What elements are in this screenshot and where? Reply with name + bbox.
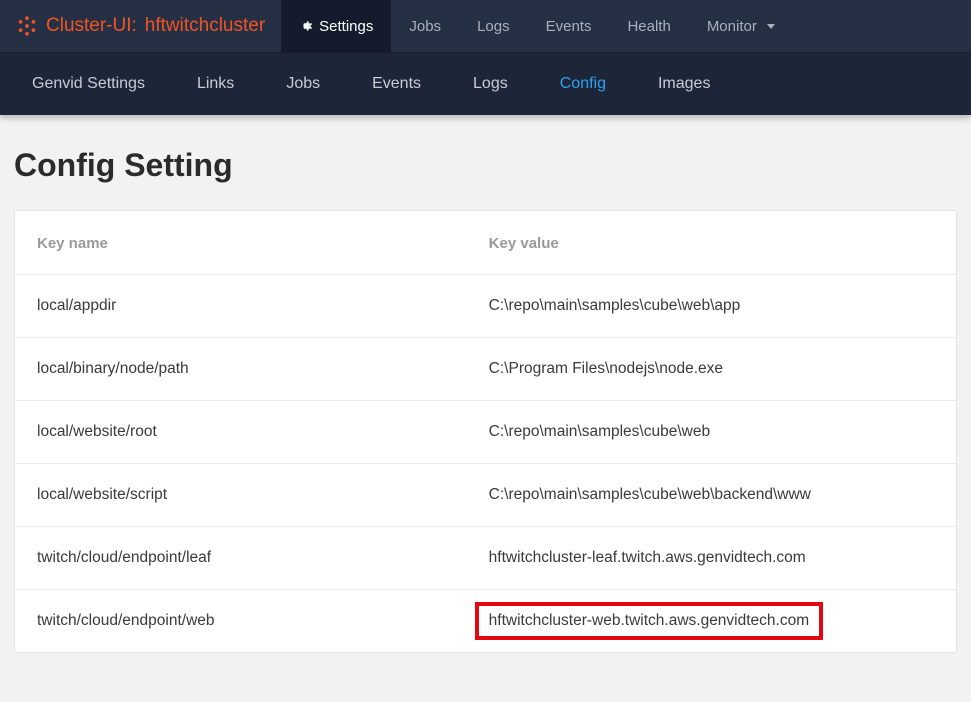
brand[interactable]: Cluster-UI: hftwitchcluster <box>0 0 281 52</box>
subnav-item-label: Logs <box>473 75 508 93</box>
chevron-down-icon <box>767 24 775 29</box>
col-header-value: Key value <box>467 211 956 275</box>
topnav-item-jobs[interactable]: Jobs <box>391 0 459 52</box>
topnav-item-label: Health <box>627 18 670 35</box>
cell-key: twitch/cloud/endpoint/leaf <box>15 527 467 590</box>
table-row: local/website/scriptC:\repo\main\samples… <box>15 464 956 527</box>
topnav-item-monitor[interactable]: Monitor <box>689 0 793 52</box>
sub-nav: Genvid Settings Links Jobs Events Logs Config… <box>0 53 971 115</box>
topnav-item-label: Logs <box>477 18 510 35</box>
brand-cluster-name: hftwitchcluster <box>145 15 265 37</box>
topnav-item-label: Jobs <box>409 18 441 35</box>
subnav-item-genvid-settings[interactable]: Genvid Settings <box>6 53 171 115</box>
cell-key: local/binary/node/path <box>15 338 467 401</box>
asterisk-icon <box>16 15 38 37</box>
table-row: local/binary/node/pathC:\Program Files\n… <box>15 338 956 401</box>
cell-value: C:\repo\main\samples\cube\web <box>467 401 956 464</box>
cell-key: local/website/root <box>15 401 467 464</box>
cell-value: C:\repo\main\samples\cube\web\backend\ww… <box>467 464 956 527</box>
table-row: local/website/rootC:\repo\main\samples\c… <box>15 401 956 464</box>
config-panel: Key name Key value local/appdirC:\repo\m… <box>14 210 957 653</box>
subnav-item-label: Genvid Settings <box>32 75 145 93</box>
brand-prefix: Cluster-UI: <box>46 15 137 37</box>
subnav-item-label: Jobs <box>286 75 320 93</box>
topnav-item-label: Monitor <box>707 18 757 35</box>
topnav-item-label: Events <box>546 18 592 35</box>
cell-value: hftwitchcluster-leaf.twitch.aws.genvidte… <box>467 527 956 590</box>
col-header-key: Key name <box>15 211 467 275</box>
top-nav: Cluster-UI: hftwitchcluster Settings Jobs… <box>0 0 971 53</box>
subnav-item-links[interactable]: Links <box>171 53 260 115</box>
cell-key: local/appdir <box>15 275 467 338</box>
table-row: twitch/cloud/endpoint/leafhftwitchcluste… <box>15 527 956 590</box>
subnav-item-logs[interactable]: Logs <box>447 53 534 115</box>
subnav-item-events[interactable]: Events <box>346 53 447 115</box>
page-body: Config Setting Key name Key value local/… <box>0 115 971 693</box>
cell-key: local/website/script <box>15 464 467 527</box>
subnav-item-jobs[interactable]: Jobs <box>260 53 346 115</box>
table-row: local/appdirC:\repo\main\samples\cube\we… <box>15 275 956 338</box>
subnav-item-label: Links <box>197 75 234 93</box>
topnav-item-events[interactable]: Events <box>528 0 610 52</box>
topnav-item-label: Settings <box>319 18 373 35</box>
topnav-item-health[interactable]: Health <box>609 0 688 52</box>
topnav-item-settings[interactable]: Settings <box>281 0 391 52</box>
table-row: twitch/cloud/endpoint/webhftwitchcluster… <box>15 590 956 653</box>
subnav-item-label: Events <box>372 75 421 93</box>
subnav-item-images[interactable]: Images <box>632 53 736 115</box>
highlight-box: hftwitchcluster-web.twitch.aws.genvidtec… <box>475 602 823 640</box>
subnav-item-label: Config <box>560 75 606 93</box>
config-table: Key name Key value local/appdirC:\repo\m… <box>15 211 956 652</box>
cell-value: C:\Program Files\nodejs\node.exe <box>467 338 956 401</box>
cell-value: C:\repo\main\samples\cube\web\app <box>467 275 956 338</box>
cell-key: twitch/cloud/endpoint/web <box>15 590 467 653</box>
page-title: Config Setting <box>14 147 957 184</box>
subnav-item-label: Images <box>658 75 710 93</box>
topnav-item-logs[interactable]: Logs <box>459 0 528 52</box>
cell-value: hftwitchcluster-web.twitch.aws.genvidtec… <box>467 590 956 653</box>
gear-icon <box>299 19 313 33</box>
subnav-item-config[interactable]: Config <box>534 53 632 115</box>
